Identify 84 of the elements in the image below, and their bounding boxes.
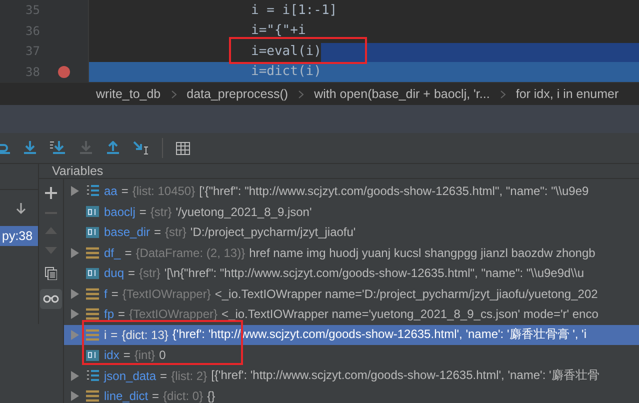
variable-type: {list: 10450} — [132, 184, 196, 198]
variable-type: {dict: 0} — [163, 389, 204, 403]
variable-type: {TextIOWrapper} — [122, 286, 211, 301]
chevron-icon — [298, 90, 304, 98]
variable-name: line_dict — [104, 389, 148, 403]
equals-sign: = — [124, 246, 132, 260]
variable-row[interactable]: aa = {list: 10450} ['{"href": "http://www.scjzyt.com/goods-show-12635.html", "name": "\\u9e9 — [64, 181, 639, 202]
breadcrumb[interactable]: with open(base_dir + baoclj, 'r... — [314, 87, 490, 101]
variable-value: href name img huodj yuanj kucsl shangpgg jianzl baozdw zhongb — [249, 246, 596, 260]
equals-sign: = — [118, 307, 126, 322]
equals-sign: = — [123, 348, 130, 362]
variable-name: f — [104, 286, 108, 301]
variable-value: <_io.TextIOWrapper name='D:/project_pycharm/jzyt_jiaofu/yuetong_202 — [214, 286, 598, 301]
equals-sign: = — [110, 328, 118, 342]
table-icon[interactable] — [176, 142, 190, 154]
variable-name: df_ — [104, 246, 121, 260]
code-line: i = i[1:-1] — [251, 2, 338, 18]
variable-row[interactable]: duq = {str} '[\n{"href": "http://www.scjzyt.com/goods-show-12635.html", "name": "\\u9e9d\\u — [64, 263, 639, 284]
chevron-icon — [500, 90, 506, 98]
expand-icon[interactable] — [71, 248, 79, 258]
step-into-icon[interactable] — [23, 141, 37, 155]
variable-name: i — [104, 328, 107, 342]
expand-icon[interactable] — [71, 288, 79, 299]
breakpoint-icon[interactable] — [58, 66, 70, 78]
variable-value: {} — [207, 389, 216, 403]
variable-row[interactable]: line_dict = {dict: 0} {} — [64, 386, 639, 403]
add-icon[interactable] — [45, 187, 57, 199]
variable-type: {dict: 13} — [122, 328, 168, 342]
variable-name: json_data — [104, 368, 156, 383]
frame-item[interactable]: py:38 — [0, 226, 38, 246]
expand-icon[interactable] — [71, 186, 79, 196]
variable-row[interactable]: base_dir = {str} 'D:/project_pycharm/jzyt_jiaofu' — [64, 222, 639, 242]
equals-sign: = — [152, 389, 160, 403]
variable-name: baoclj — [104, 204, 136, 219]
step-into-my-code-icon[interactable] — [50, 141, 66, 155]
breadcrumb[interactable]: data_preprocess() — [186, 87, 288, 101]
variable-type: {TextIOWrapper} — [129, 307, 218, 322]
variable-row[interactable]: fp = {TextIOWrapper} <_io.TextIOWrapper name='yuetong_2021_8_9_cs.json' mode='r' enco — [64, 304, 639, 324]
variable-name: fp — [104, 307, 114, 322]
variable-value: ['{"href": "http://www.scjzyt.com/goods-show-12635.html", "name": "\\u9e9 — [199, 184, 589, 198]
variable-name: idx — [104, 348, 120, 362]
variable-value: '/yuetong_2021_8_9.json' — [176, 204, 312, 219]
variable-type: {str} — [139, 266, 160, 280]
glasses-icon[interactable] — [40, 289, 62, 309]
variable-name: aa — [104, 184, 118, 198]
variable-row[interactable]: json_data = {list: 2} [{'href': 'http://www.scjzyt.com/goods-show-12635.html', 'name': '麝香壮骨 — [64, 366, 639, 386]
variable-value: <_io.TextIOWrapper name='yuetong_2021_8_9_cs.json' mode='r' enco — [222, 307, 598, 322]
equals-sign: = — [121, 184, 128, 198]
variable-type: {str} — [150, 204, 172, 219]
variable-value: '[\n{"href": "http://www.scjzyt.com/goods-show-12635.html", "name": "\\u9e9d\\u — [164, 266, 584, 280]
variable-row[interactable]: idx = {int} 0 — [64, 345, 639, 366]
variable-value: [{'href': 'http://www.scjzyt.com/goods-show-12635.html', 'name': '麝香壮骨 — [211, 367, 600, 384]
force-step-into-icon[interactable] — [79, 141, 93, 155]
variable-value: 'D:/project_pycharm/jzyt_jiaofu' — [190, 225, 356, 240]
breadcrumb[interactable]: write_to_db — [96, 87, 161, 101]
variable-row[interactable]: baoclj = {str} '/yuetong_2021_8_9.json' — [64, 202, 639, 222]
down-arrow-icon[interactable] — [16, 203, 26, 215]
equals-sign: = — [111, 286, 118, 301]
variable-type: {str} — [165, 225, 186, 240]
equals-sign: = — [128, 266, 136, 280]
variable-row[interactable]: df_ = {DataFrame: (2, 13)} href name img huodj yuanj kucsl shangpgg jianzl baozdw zhongb — [64, 242, 639, 263]
variable-row[interactable]: f = {TextIOWrapper} <_io.TextIOWrapper name='D:/project_pycharm/jzyt_jiaofu/yuetong_202 — [64, 284, 639, 304]
variable-type: {list: 2} — [171, 368, 208, 383]
variable-value: 0 — [159, 348, 166, 362]
equals-sign: = — [154, 225, 162, 240]
code-line: i=eval(i) — [251, 44, 322, 59]
chevron-icon — [170, 90, 177, 98]
expand-icon[interactable] — [71, 391, 79, 402]
code-line: i="{"+i — [251, 23, 306, 38]
variable-name: base_dir — [104, 225, 150, 240]
code-line: i=dict(i) — [251, 64, 322, 80]
copy-icon[interactable] — [45, 267, 57, 280]
step-out-icon[interactable] — [106, 141, 120, 155]
breadcrumb[interactable]: for idx, i in enumer — [516, 87, 619, 101]
expand-icon[interactable] — [71, 309, 79, 320]
variable-name: duq — [104, 266, 124, 280]
panel-title: Variables — [52, 164, 104, 178]
equals-sign: = — [139, 204, 146, 219]
variable-type: {DataFrame: (2, 13)} — [136, 246, 246, 260]
expand-icon[interactable] — [71, 370, 79, 381]
run-to-cursor-icon[interactable] — [133, 141, 149, 155]
variable-type: {int} — [134, 348, 156, 362]
step-over-icon[interactable] — [0, 141, 10, 155]
equals-sign: = — [160, 368, 168, 383]
